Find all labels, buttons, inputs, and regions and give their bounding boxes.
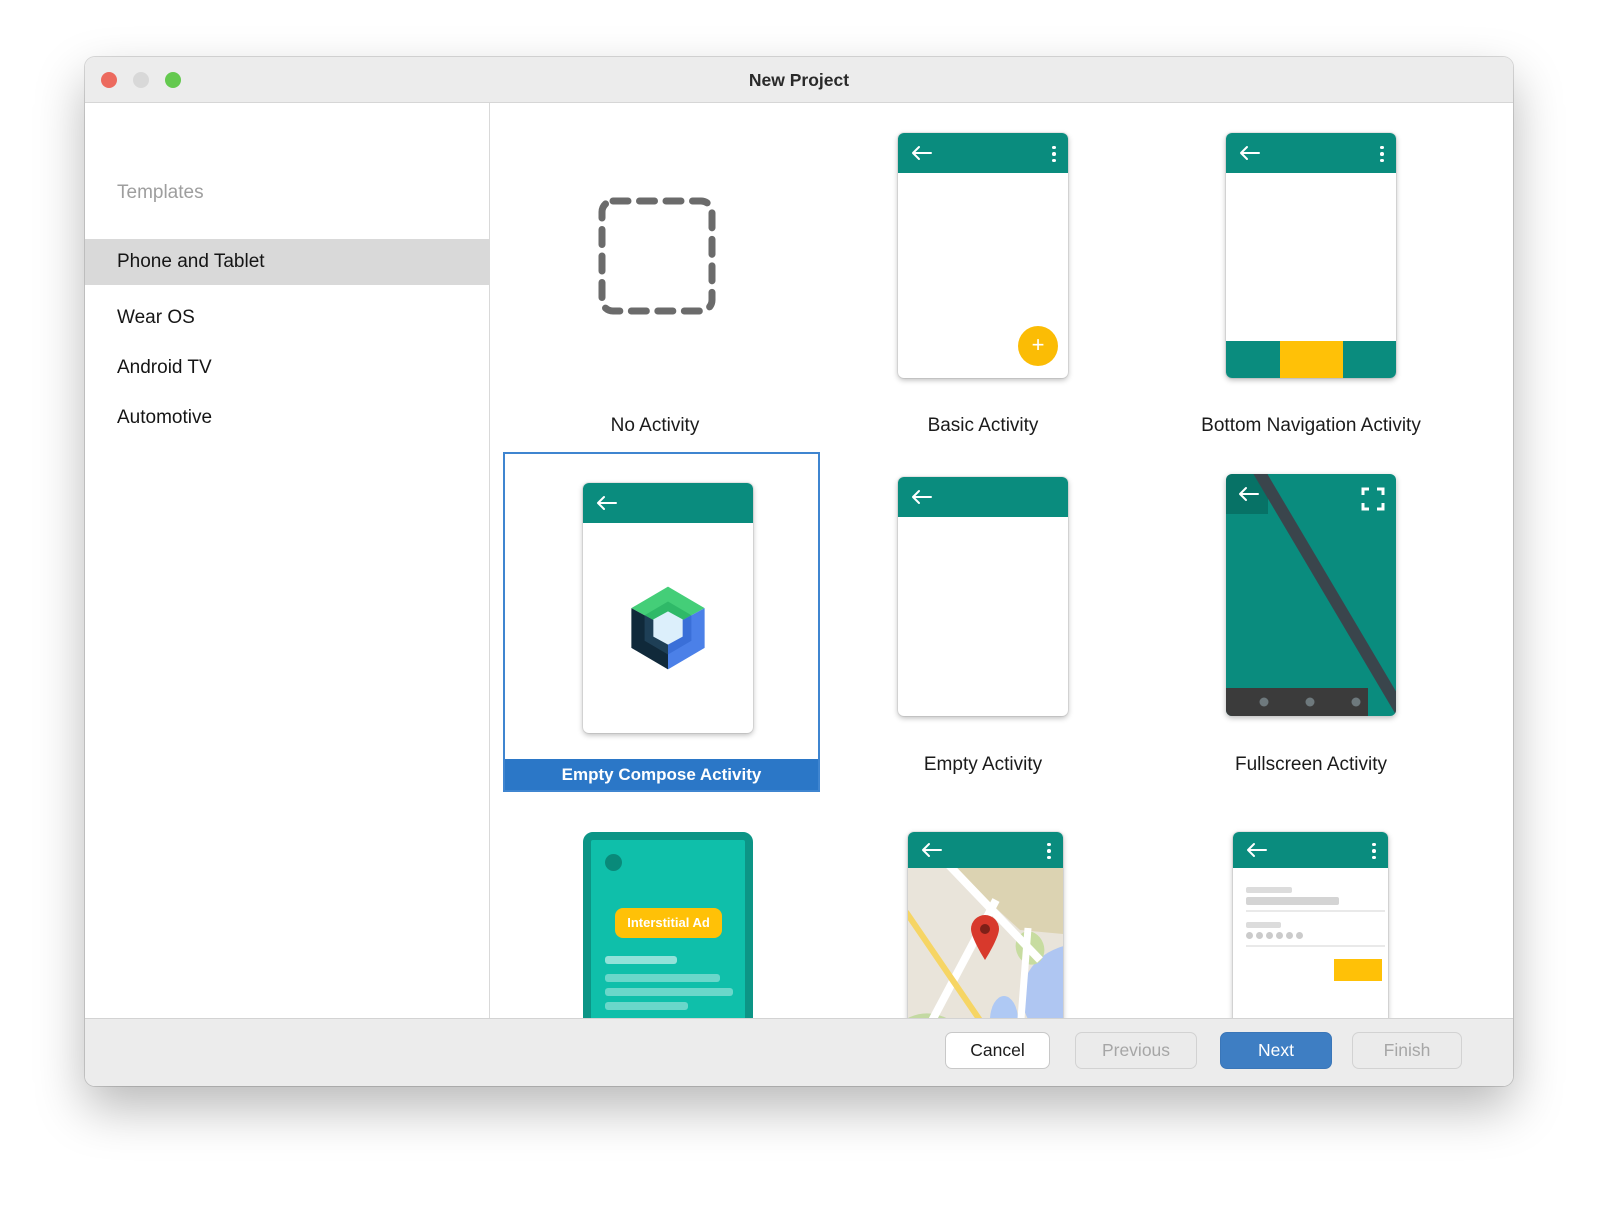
fab-plus-icon: + xyxy=(1018,326,1058,366)
template-card-bottom-navigation-activity[interactable] xyxy=(1226,133,1396,378)
overflow-menu-icon xyxy=(1380,144,1384,164)
back-arrow-icon xyxy=(1238,145,1260,161)
templates-sidebar: Templates Phone and Tablet Wear OS Andro… xyxy=(85,103,490,1018)
dialog-footer: Cancel Previous Next Finish xyxy=(85,1018,1513,1086)
login-button-placeholder xyxy=(1334,959,1382,981)
cancel-button[interactable]: Cancel xyxy=(945,1032,1050,1069)
compose-phone-preview xyxy=(583,483,753,733)
sidebar-item-automotive[interactable]: Automotive xyxy=(85,395,490,441)
bottom-navigation-bar xyxy=(1226,341,1396,378)
back-arrow-icon xyxy=(910,489,932,505)
back-arrow-icon xyxy=(595,495,617,511)
sidebar-item-wear-os[interactable]: Wear OS xyxy=(85,295,490,341)
interstitial-ad-button: Interstitial Ad xyxy=(615,908,722,938)
template-card-no-activity[interactable] xyxy=(597,196,717,321)
map-preview xyxy=(908,868,1063,1018)
template-card-empty-compose-activity-selected[interactable]: Empty Compose Activity xyxy=(503,452,820,792)
text-placeholder xyxy=(605,974,720,982)
template-gallery: No Activity + Basic Activity xyxy=(491,103,1513,1018)
text-placeholder xyxy=(605,1002,688,1010)
camera-dot-icon xyxy=(605,854,622,871)
template-card-login-activity[interactable] xyxy=(1233,832,1388,1018)
app-bar xyxy=(898,477,1068,517)
template-card-basic-activity[interactable]: + xyxy=(898,133,1068,378)
field-underline xyxy=(1246,945,1385,947)
text-placeholder xyxy=(605,956,677,964)
field-value-placeholder xyxy=(1246,897,1339,905)
template-card-google-maps-activity[interactable] xyxy=(908,832,1063,1018)
template-card-interstitial-ad[interactable]: Interstitial Ad xyxy=(583,832,753,1018)
back-arrow-icon xyxy=(920,842,942,858)
app-bar xyxy=(1233,832,1388,868)
dashed-square-icon xyxy=(597,196,717,316)
desktop-background: New Project Templates Phone and Tablet W… xyxy=(0,0,1600,1205)
text-placeholder xyxy=(605,988,733,996)
app-bar xyxy=(908,832,1063,868)
sidebar-header: Templates xyxy=(117,173,204,213)
overflow-menu-icon xyxy=(1372,841,1376,861)
overflow-menu-icon xyxy=(1052,144,1056,164)
template-label-fullscreen-activity: Fullscreen Activity xyxy=(1161,754,1461,780)
template-label-empty-activity: Empty Activity xyxy=(833,754,1133,780)
field-label-placeholder xyxy=(1246,922,1281,928)
finish-button[interactable]: Finish xyxy=(1352,1032,1462,1069)
diagonal-stripe xyxy=(1226,474,1396,716)
template-card-empty-activity[interactable] xyxy=(898,477,1068,716)
sidebar-item-android-tv[interactable]: Android TV xyxy=(85,345,490,391)
template-card-fullscreen-activity[interactable] xyxy=(1226,474,1396,716)
template-label-bottom-navigation-activity: Bottom Navigation Activity xyxy=(1161,415,1461,441)
template-label-empty-compose-activity: Empty Compose Activity xyxy=(505,759,818,790)
back-arrow-icon xyxy=(910,145,932,161)
back-arrow-icon xyxy=(1245,842,1267,858)
password-dots-placeholder xyxy=(1246,932,1306,939)
app-bar xyxy=(1226,133,1396,173)
previous-button[interactable]: Previous xyxy=(1075,1032,1197,1069)
next-button[interactable]: Next xyxy=(1220,1032,1332,1069)
field-label-placeholder xyxy=(1246,887,1292,893)
new-project-dialog: New Project Templates Phone and Tablet W… xyxy=(85,57,1513,1086)
template-label-basic-activity: Basic Activity xyxy=(833,415,1133,441)
window-title: New Project xyxy=(85,57,1513,103)
template-label-no-activity: No Activity xyxy=(505,415,805,441)
overflow-menu-icon xyxy=(1047,841,1051,861)
sidebar-item-phone-and-tablet[interactable]: Phone and Tablet xyxy=(85,239,490,285)
field-underline xyxy=(1246,910,1385,912)
title-bar[interactable]: New Project xyxy=(85,57,1513,103)
app-bar xyxy=(583,483,753,523)
app-bar xyxy=(898,133,1068,173)
jetpack-compose-logo xyxy=(628,585,708,671)
